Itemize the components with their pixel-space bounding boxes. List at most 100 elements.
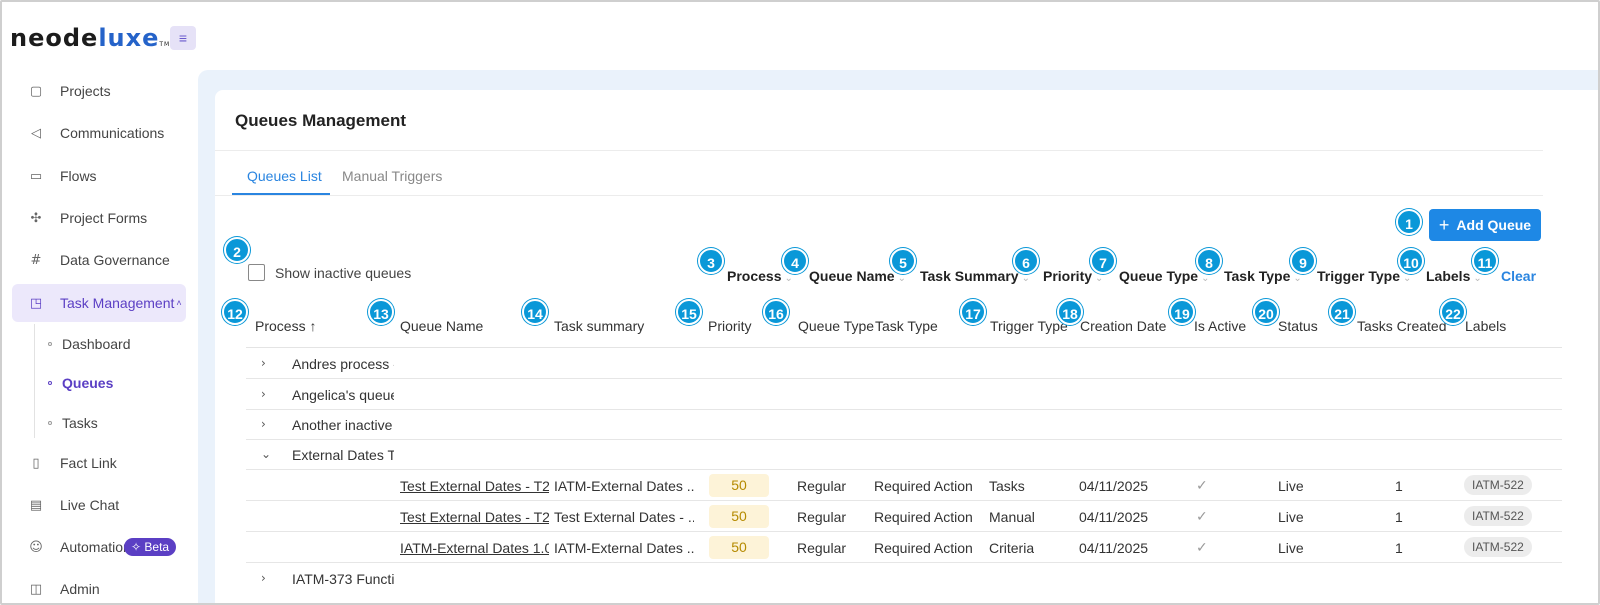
- label-chip: IATM-522: [1464, 506, 1532, 526]
- queue-type-cell: Regular: [797, 478, 847, 494]
- filter-queue-name[interactable]: Queue Name ⌄: [809, 268, 906, 284]
- sparkle-icon: ✧: [131, 540, 145, 554]
- column-header-queue-name[interactable]: Queue Name: [400, 318, 483, 334]
- annotation-badge: 9: [1290, 248, 1316, 274]
- annotation-badge: 7: [1090, 248, 1116, 274]
- chevron-right-icon[interactable]: ›: [261, 387, 266, 401]
- annotation-badge: 20: [1253, 299, 1279, 325]
- hamburger-icon[interactable]: ≡: [170, 26, 196, 50]
- queue-type-cell: Regular: [797, 540, 847, 556]
- dot-icon: [48, 421, 52, 425]
- divider: [215, 195, 1543, 196]
- group-row[interactable]: › Another inactive: [246, 409, 1562, 440]
- sidebar-subitem-label: Tasks: [62, 415, 98, 431]
- annotation-badge: 17: [960, 299, 986, 325]
- sidebar-item-label: Project Forms: [60, 210, 148, 226]
- trigger-type-cell: Manual: [989, 509, 1035, 525]
- plus-icon: +: [1438, 214, 1450, 235]
- annotation-badge: 13: [368, 299, 394, 325]
- chevron-down-icon: ⌄: [1021, 273, 1030, 284]
- annotation-badge: 4: [782, 248, 808, 274]
- column-header-priority[interactable]: Priority: [708, 318, 752, 334]
- sort-ascending-icon: ↑: [309, 318, 317, 334]
- column-header-labels[interactable]: Labels: [1465, 318, 1506, 334]
- queue-name-link[interactable]: Test External Dates - T2.: [400, 509, 549, 525]
- annotation-badge: 16: [763, 299, 789, 325]
- filter-queue-type[interactable]: Queue Type ⌄: [1119, 268, 1209, 284]
- column-header-status[interactable]: Status: [1278, 318, 1318, 334]
- filter-task-summary[interactable]: Task Summary ⌄: [920, 268, 1030, 284]
- column-header-task-type[interactable]: Task Type: [875, 318, 938, 334]
- chevron-right-icon[interactable]: ›: [261, 417, 266, 431]
- dot-icon: [48, 342, 52, 346]
- add-queue-button[interactable]: + Add Queue: [1429, 209, 1541, 241]
- task-summary-cell: Test External Dates - ...: [554, 509, 694, 525]
- sidebar-item-admin[interactable]: ◫ Admin: [12, 570, 186, 603]
- admin-icon: ◫: [29, 581, 43, 597]
- table-row[interactable]: IATM-External Dates 1.0 IATM-External Da…: [246, 532, 1562, 563]
- column-header-process[interactable]: Process ↑: [255, 318, 316, 334]
- tab-queues-list[interactable]: Queues List: [247, 168, 322, 184]
- annotation-badge: 12: [222, 299, 248, 325]
- group-name: Another inactive: [292, 417, 393, 433]
- sidebar-item-live-chat[interactable]: ▤ Live Chat: [12, 486, 186, 524]
- column-header-is-active[interactable]: Is Active: [1194, 318, 1246, 334]
- filter-process[interactable]: Process ⌄: [727, 268, 793, 284]
- table-row[interactable]: Test External Dates - T2. IATM-External …: [246, 470, 1562, 501]
- column-header-creation-date[interactable]: Creation Date: [1080, 318, 1166, 334]
- chevron-right-icon[interactable]: ›: [261, 571, 266, 585]
- sidebar-item-label: Communications: [60, 125, 165, 141]
- annotation-badge: 22: [1440, 299, 1466, 325]
- clipboard-icon: ▢: [29, 83, 43, 99]
- sidebar-subitem-queues[interactable]: Queues: [48, 375, 113, 391]
- filter-task-type[interactable]: Task Type ⌄: [1224, 268, 1302, 284]
- queue-name-link[interactable]: Test External Dates - T2.: [400, 478, 549, 494]
- group-row[interactable]: ⌄ External Dates Te: [246, 439, 1562, 470]
- filter-trigger-type[interactable]: Trigger Type ⌄: [1317, 268, 1411, 284]
- sidebar-item-label: Live Chat: [60, 497, 120, 513]
- column-header-task-summary[interactable]: Task summary: [554, 318, 644, 334]
- tab-manual-triggers[interactable]: Manual Triggers: [342, 168, 442, 184]
- label-chip: IATM-522: [1464, 537, 1532, 557]
- status-cell: Live: [1278, 540, 1304, 556]
- show-inactive-checkbox[interactable]: [248, 264, 265, 281]
- chevron-down-icon[interactable]: ⌄: [261, 447, 271, 461]
- sidebar-item-communications[interactable]: ◁ Communications: [12, 114, 186, 152]
- sidebar-item-automation[interactable]: ☺ Automation ✧ Beta: [12, 528, 186, 566]
- sidebar-item-task-management[interactable]: ◳ Task Management ˄: [12, 284, 186, 322]
- annotation-badge: 18: [1057, 299, 1083, 325]
- clear-filters-link[interactable]: Clear: [1501, 268, 1536, 284]
- creation-date-cell: 04/11/2025: [1079, 478, 1149, 494]
- column-header-trigger-type[interactable]: Trigger Type: [990, 318, 1068, 334]
- queue-name-link[interactable]: IATM-External Dates 1.0: [400, 540, 549, 556]
- column-header-tasks-created[interactable]: Tasks Created: [1357, 318, 1446, 334]
- sidebar-item-fact-link[interactable]: ▯ Fact Link: [12, 444, 186, 482]
- filter-labels[interactable]: Labels ⌄: [1426, 268, 1482, 284]
- group-row[interactable]: › Angelica's queue: [246, 379, 1562, 410]
- annotation-badge: 5: [890, 248, 916, 274]
- table-row[interactable]: Test External Dates - T2. Test External …: [246, 501, 1562, 532]
- sidebar-item-label: Projects: [60, 83, 111, 99]
- creation-date-cell: 04/11/2025: [1079, 509, 1149, 525]
- chevron-right-icon[interactable]: ›: [261, 356, 266, 370]
- task-type-cell: Required Action: [874, 540, 973, 556]
- sidebar-item-flows[interactable]: ▭ Flows: [12, 157, 186, 195]
- task-summary-cell: IATM-External Dates ...: [554, 478, 694, 494]
- sidebar-item-data-governance[interactable]: # Data Governance: [12, 241, 186, 279]
- group-name: Andres process «: [292, 356, 394, 372]
- sidebar-subitem-dashboard[interactable]: Dashboard: [48, 336, 131, 352]
- sidebar-item-project-forms[interactable]: ✣ Project Forms: [12, 199, 186, 237]
- chevron-down-icon: ⌄: [1095, 273, 1104, 284]
- group-name: External Dates Te: [292, 447, 394, 463]
- show-inactive-label: Show inactive queues: [275, 265, 412, 281]
- annotation-badge: 8: [1196, 248, 1222, 274]
- sidebar-item-label: Admin: [60, 581, 100, 597]
- annotation-badge: 14: [522, 299, 548, 325]
- sidebar-item-projects[interactable]: ▢ Projects: [12, 72, 186, 110]
- check-icon: ✓: [1196, 509, 1208, 525]
- column-header-queue-type[interactable]: Queue Type: [798, 318, 874, 334]
- group-row[interactable]: › IATM-373 Functio: [246, 563, 1562, 594]
- group-row[interactable]: › Andres process «: [246, 348, 1562, 379]
- sidebar-item-label: Task Management: [60, 295, 175, 311]
- sidebar-subitem-tasks[interactable]: Tasks: [48, 415, 98, 431]
